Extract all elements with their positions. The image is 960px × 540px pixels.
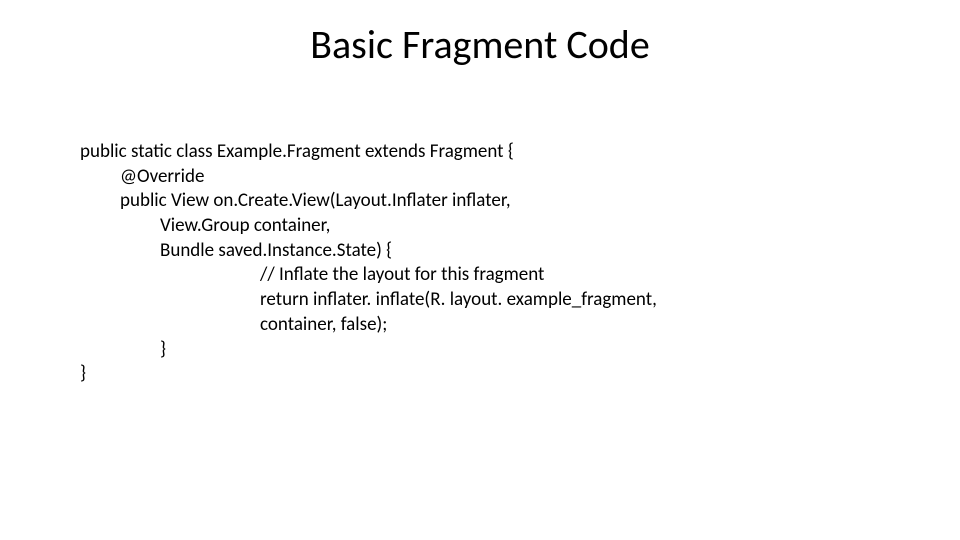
code-line: @Override [120, 165, 657, 190]
code-line: public static class Example.Fragment ext… [80, 140, 657, 165]
code-line: Bundle saved.Instance.State) { [160, 239, 657, 264]
code-line: } [80, 362, 657, 387]
code-line: container, false); [260, 313, 657, 338]
slide-title: Basic Fragment Code [0, 20, 960, 69]
code-line: } [160, 338, 657, 363]
code-line: public View on.Create.View(Layout.Inflat… [120, 189, 657, 214]
code-block: public static class Example.Fragment ext… [80, 140, 657, 387]
code-line: // Inflate the layout for this fragment [260, 263, 657, 288]
code-line: return inflater. inflate(R. layout. exam… [260, 288, 657, 313]
code-line: View.Group container, [160, 214, 657, 239]
